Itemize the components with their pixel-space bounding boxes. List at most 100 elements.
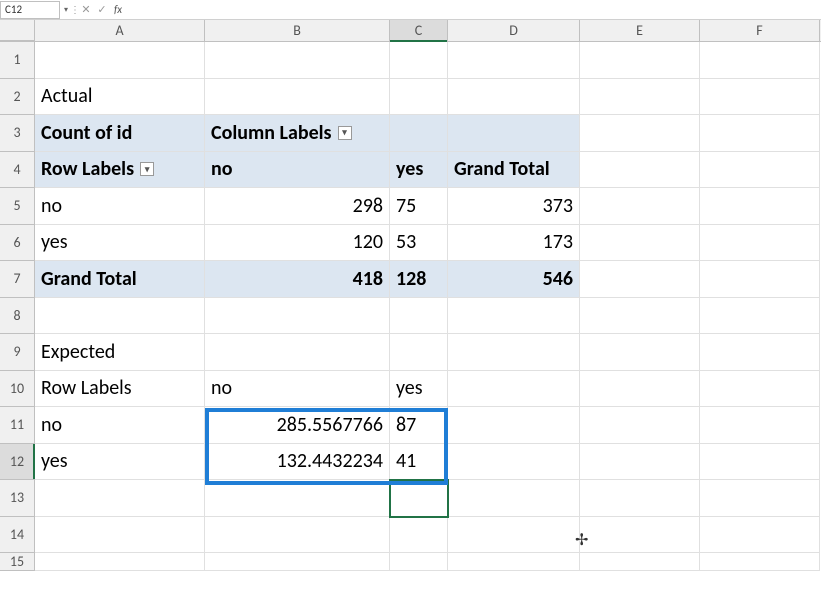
cell-E11[interactable]: [580, 407, 700, 444]
cell-D6[interactable]: 173: [448, 225, 580, 262]
cell-A4[interactable]: Row Labels ▾: [35, 152, 205, 189]
cell-D4[interactable]: Grand Total: [448, 152, 580, 189]
filter-dropdown-icon[interactable]: ▾: [140, 162, 154, 176]
row-header-13[interactable]: 13: [0, 480, 35, 517]
cell-E9[interactable]: [580, 334, 700, 371]
cell-E5[interactable]: [580, 188, 700, 225]
cell-B2[interactable]: [205, 79, 390, 116]
cell-A6[interactable]: yes: [35, 225, 205, 262]
cell-F13[interactable]: [700, 480, 820, 517]
cell-E13[interactable]: [580, 480, 700, 517]
cell-A11[interactable]: no: [35, 407, 205, 444]
cell-A13[interactable]: [35, 480, 205, 517]
cell-D5[interactable]: 373: [448, 188, 580, 225]
name-box[interactable]: C12: [0, 1, 60, 19]
cell-C8[interactable]: [390, 298, 448, 335]
col-header-A[interactable]: A: [35, 20, 205, 41]
cell-B1[interactable]: [205, 42, 390, 79]
cell-C9[interactable]: [390, 334, 448, 371]
cell-D1[interactable]: [448, 42, 580, 79]
cell-A9[interactable]: Expected: [35, 334, 205, 371]
cell-F7[interactable]: [700, 261, 820, 298]
cell-D3[interactable]: [448, 115, 580, 152]
cell-B10[interactable]: no: [205, 371, 390, 408]
cell-D2[interactable]: [448, 79, 580, 116]
cell-B9[interactable]: [205, 334, 390, 371]
row-header-2[interactable]: 2: [0, 79, 35, 116]
cell-B7[interactable]: 418: [205, 261, 390, 298]
cell-F8[interactable]: [700, 298, 820, 335]
cell-F9[interactable]: [700, 334, 820, 371]
cell-C5[interactable]: 75: [390, 188, 448, 225]
cell-E2[interactable]: [580, 79, 700, 116]
cell-B8[interactable]: [205, 298, 390, 335]
row-header-9[interactable]: 9: [0, 334, 35, 371]
cell-F12[interactable]: [700, 444, 820, 481]
cell-D10[interactable]: [448, 371, 580, 408]
cell-F10[interactable]: [700, 371, 820, 408]
cancel-formula-icon[interactable]: ✕: [78, 3, 94, 16]
cell-C13[interactable]: [390, 480, 448, 517]
cell-C2[interactable]: [390, 79, 448, 116]
cell-A8[interactable]: [35, 298, 205, 335]
cell-D8[interactable]: [448, 298, 580, 335]
row-header-15[interactable]: 15: [0, 553, 35, 571]
cell-C12[interactable]: 41: [390, 444, 448, 481]
cell-D9[interactable]: [448, 334, 580, 371]
cell-F3[interactable]: [700, 115, 820, 152]
col-header-D[interactable]: D: [448, 20, 580, 41]
cell-D13[interactable]: [448, 480, 580, 517]
row-header-6[interactable]: 6: [0, 225, 35, 262]
row-header-5[interactable]: 5: [0, 188, 35, 225]
row-header-3[interactable]: 3: [0, 115, 35, 152]
row-header-11[interactable]: 11: [0, 407, 35, 444]
cell-C3[interactable]: [390, 115, 448, 152]
cell-E1[interactable]: [580, 42, 700, 79]
cell-D7[interactable]: 546: [448, 261, 580, 298]
cell-C1[interactable]: [390, 42, 448, 79]
cell-A15[interactable]: [35, 553, 205, 571]
cell-F4[interactable]: [700, 152, 820, 189]
cell-B15[interactable]: [205, 553, 390, 571]
row-header-1[interactable]: 1: [0, 42, 35, 79]
cell-F14[interactable]: [700, 517, 820, 554]
row-header-12[interactable]: 12: [0, 444, 35, 481]
cell-C14[interactable]: [390, 517, 448, 554]
cell-C11[interactable]: 87: [390, 407, 448, 444]
row-header-8[interactable]: 8: [0, 298, 35, 335]
col-header-C[interactable]: C: [390, 20, 448, 41]
col-header-F[interactable]: F: [700, 20, 820, 41]
cell-D12[interactable]: [448, 444, 580, 481]
cell-F5[interactable]: [700, 188, 820, 225]
cell-E12[interactable]: [580, 444, 700, 481]
cell-B4[interactable]: no: [205, 152, 390, 189]
cell-E8[interactable]: [580, 298, 700, 335]
cell-A1[interactable]: [35, 42, 205, 79]
cell-A2[interactable]: Actual: [35, 79, 205, 116]
cell-E14[interactable]: [580, 517, 700, 554]
cell-A3[interactable]: Count of id: [35, 115, 205, 152]
cell-F11[interactable]: [700, 407, 820, 444]
row-header-14[interactable]: 14: [0, 517, 35, 554]
cell-B11[interactable]: 285.5567766: [205, 407, 390, 444]
col-header-B[interactable]: B: [205, 20, 390, 41]
cell-A7[interactable]: Grand Total: [35, 261, 205, 298]
cell-B12[interactable]: 132.4432234: [205, 444, 390, 481]
row-header-7[interactable]: 7: [0, 261, 35, 298]
cell-A5[interactable]: no: [35, 188, 205, 225]
cell-B13[interactable]: [205, 480, 390, 517]
cell-B14[interactable]: [205, 517, 390, 554]
cell-E4[interactable]: [580, 152, 700, 189]
cell-E7[interactable]: [580, 261, 700, 298]
formula-input[interactable]: [126, 9, 821, 11]
cell-B3[interactable]: Column Labels ▾: [205, 115, 390, 152]
cell-E15[interactable]: [580, 553, 700, 571]
enter-formula-icon[interactable]: ✓: [94, 3, 110, 16]
cell-A14[interactable]: [35, 517, 205, 554]
cell-F15[interactable]: [700, 553, 820, 571]
cell-F2[interactable]: [700, 79, 820, 116]
cell-E10[interactable]: [580, 371, 700, 408]
cell-F1[interactable]: [700, 42, 820, 79]
cell-C6[interactable]: 53: [390, 225, 448, 262]
cell-A10[interactable]: Row Labels: [35, 371, 205, 408]
